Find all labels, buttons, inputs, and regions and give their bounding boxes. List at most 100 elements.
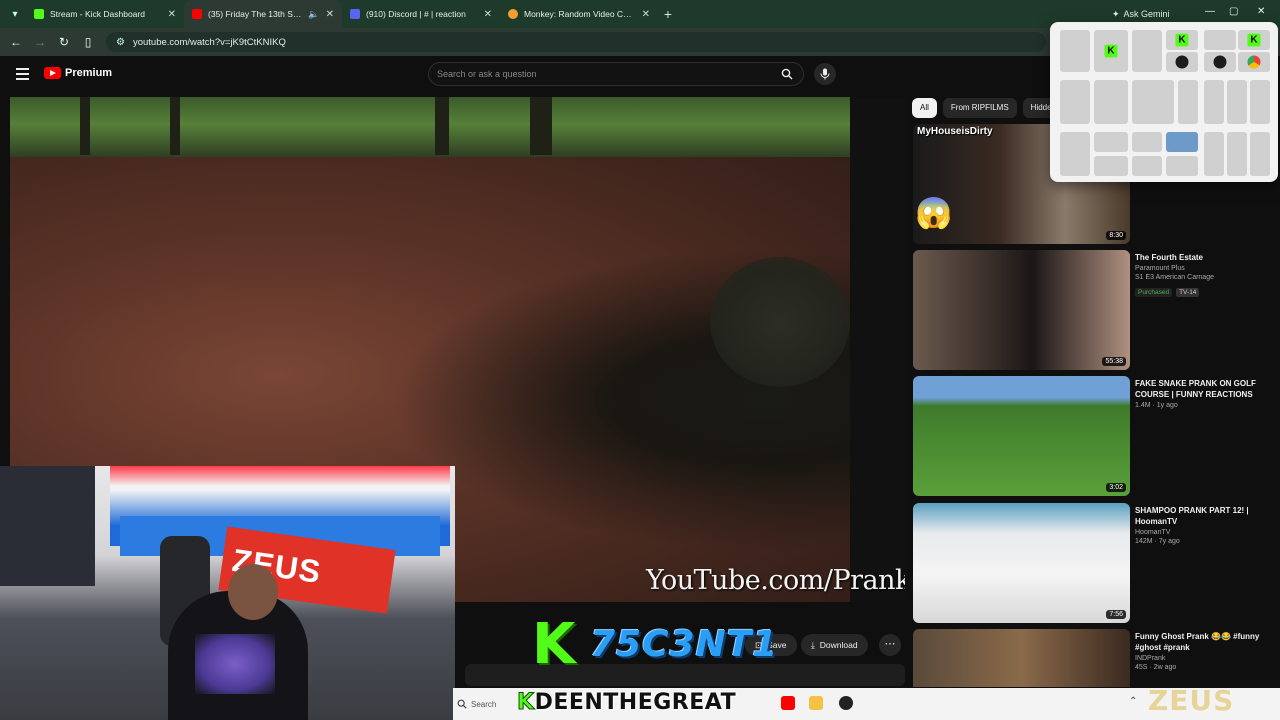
- search-input[interactable]: Search or ask a question: [429, 69, 771, 79]
- site-info-icon[interactable]: ⚙: [116, 37, 125, 48]
- address-bar[interactable]: ⚙ youtube.com/watch?v=jK9tCtKNIKQ: [106, 32, 1046, 52]
- chip-all[interactable]: All: [912, 98, 937, 118]
- snap-zone[interactable]: [1132, 80, 1174, 124]
- video-title[interactable]: FAKE SNAKE PRANK ON GOLF COURSE | FUNNY …: [1135, 378, 1273, 400]
- voice-search-button[interactable]: [814, 63, 836, 85]
- tab-youtube-video[interactable]: (35) Friday The 13th Scare 🔈 ✕: [184, 0, 342, 28]
- close-icon[interactable]: ✕: [484, 9, 492, 20]
- obs-taskbar-icon[interactable]: [839, 696, 853, 710]
- window-close-icon[interactable]: ✕: [1257, 6, 1265, 17]
- search-icon: [457, 699, 467, 709]
- snap-zone[interactable]: [1094, 132, 1128, 152]
- streamer-head: [228, 564, 278, 620]
- snap-zone[interactable]: [1250, 132, 1270, 176]
- gemini-icon: ✦: [1112, 8, 1120, 19]
- reload-icon[interactable]: ↻: [52, 35, 76, 49]
- recommended-video[interactable]: 7:56 SHAMPOO PRANK PART 12! | HoomanTV H…: [913, 503, 1273, 623]
- snap-zone[interactable]: [1132, 156, 1162, 176]
- channel-name[interactable]: Paramount Plus: [1135, 265, 1273, 272]
- snap-zone[interactable]: [1132, 132, 1162, 152]
- more-actions-icon[interactable]: ⋯: [879, 634, 901, 656]
- snap-zone[interactable]: K: [1166, 30, 1198, 50]
- kick-icon: K: [1175, 33, 1189, 47]
- close-icon[interactable]: ✕: [326, 9, 334, 20]
- description-box[interactable]: [465, 664, 905, 686]
- maximize-icon[interactable]: ▢: [1229, 6, 1238, 17]
- tab-label: (910) Discord | # | reaction: [366, 9, 466, 19]
- streamer-name-k: K: [517, 690, 535, 716]
- video-title[interactable]: The Fourth Estate: [1135, 252, 1273, 263]
- video-thumbnail[interactable]: 7:56: [913, 503, 1130, 623]
- filter-chips: All From RIPFILMS Hidden: [912, 98, 1065, 118]
- menu-icon[interactable]: [16, 68, 29, 80]
- snap-zone[interactable]: [1060, 132, 1090, 176]
- snap-zone[interactable]: [1094, 80, 1128, 124]
- tree-trunk: [530, 97, 552, 155]
- youtube-taskbar-icon[interactable]: [781, 696, 795, 710]
- snap-zone[interactable]: [1204, 30, 1236, 50]
- duration-badge: 55:38: [1102, 357, 1126, 366]
- chip-from-channel[interactable]: From RIPFILMS: [942, 98, 1017, 118]
- video-thumbnail[interactable]: 3:02: [913, 376, 1130, 496]
- snap-zone[interactable]: [1238, 52, 1270, 72]
- tab-kick-dashboard[interactable]: Stream - Kick Dashboard ✕: [26, 0, 184, 28]
- channel-name[interactable]: HoomanTV: [1135, 529, 1273, 536]
- tab-label: Stream - Kick Dashboard: [50, 9, 145, 19]
- channel-name[interactable]: INDPrank: [1135, 655, 1273, 662]
- snap-zone[interactable]: [1204, 132, 1224, 176]
- snap-zone[interactable]: [1250, 80, 1270, 124]
- chevron-up-icon[interactable]: ⌃: [1129, 696, 1137, 707]
- snap-zone[interactable]: [1204, 80, 1224, 124]
- video-stats: S1 E3 American Carnage: [1135, 274, 1214, 281]
- video-thumbnail[interactable]: [913, 629, 1130, 687]
- new-tab-button[interactable]: +: [658, 6, 678, 22]
- url-text: youtube.com/watch?v=jK9tCtKNIKQ: [132, 36, 286, 48]
- video-title[interactable]: Funny Ghost Prank 😂😂 #funny #ghost #pran…: [1135, 631, 1273, 653]
- tree-trunk: [80, 97, 90, 155]
- snap-zone[interactable]: [1132, 30, 1162, 72]
- search-box[interactable]: Search or ask a question: [428, 62, 804, 86]
- snap-zone[interactable]: [1227, 80, 1247, 124]
- snap-zone[interactable]: [1094, 156, 1128, 176]
- snap-zone[interactable]: [1060, 80, 1090, 124]
- webcam-overlay: ZEUS: [0, 466, 455, 720]
- video-meta: Funny Ghost Prank 😂😂 #funny #ghost #pran…: [1135, 631, 1273, 671]
- tab-search-icon[interactable]: ▾: [4, 3, 26, 25]
- youtube-logo[interactable]: Premium: [44, 67, 112, 79]
- corner-brand-watermark: ZEUS: [1148, 684, 1235, 717]
- video-meta: The Fourth Estate Paramount Plus S1 E3 A…: [1135, 252, 1273, 299]
- download-button[interactable]: ⤓ Download: [801, 634, 868, 656]
- video-thumbnail[interactable]: 55:38: [913, 250, 1130, 370]
- speaker-icon[interactable]: 🔈: [308, 9, 319, 20]
- taskbar-search[interactable]: Search: [457, 694, 513, 714]
- snap-zone[interactable]: K: [1238, 30, 1270, 50]
- snap-zone[interactable]: [1178, 80, 1198, 124]
- video-frame-shadow: [710, 257, 850, 387]
- duration-badge: 8:30: [1106, 231, 1126, 240]
- video-title[interactable]: SHAMPOO PRANK PART 12! | HoomanTV: [1135, 505, 1273, 527]
- recommended-video[interactable]: 55:38 The Fourth Estate Paramount Plus S…: [913, 250, 1273, 370]
- back-arrow-icon[interactable]: ←: [4, 35, 28, 49]
- monkey-icon: [508, 9, 518, 19]
- snap-zone[interactable]: K: [1094, 30, 1128, 72]
- snap-zone-highlighted[interactable]: [1166, 132, 1198, 152]
- search-button[interactable]: [771, 63, 803, 85]
- snap-zone[interactable]: [1227, 132, 1247, 176]
- snap-zone[interactable]: [1166, 156, 1198, 176]
- recommended-video[interactable]: Funny Ghost Prank 😂😂 #funny #ghost #pran…: [913, 629, 1273, 687]
- snap-zone[interactable]: [1166, 52, 1198, 72]
- close-icon[interactable]: ✕: [642, 9, 650, 20]
- sidebar-toggle-icon[interactable]: ▯: [76, 35, 100, 49]
- forward-arrow-icon[interactable]: →: [28, 35, 52, 49]
- youtube-brand-label: Premium: [65, 67, 113, 79]
- snap-zone[interactable]: [1204, 52, 1236, 72]
- close-icon[interactable]: ✕: [168, 9, 176, 20]
- tab-label: (35) Friday The 13th Scare: [208, 9, 305, 19]
- tab-discord[interactable]: (910) Discord | # | reaction ✕: [342, 0, 500, 28]
- file-explorer-icon[interactable]: [809, 696, 823, 710]
- ask-gemini-button[interactable]: ✦ Ask Gemini: [1104, 5, 1178, 23]
- recommended-video[interactable]: 3:02 FAKE SNAKE PRANK ON GOLF COURSE | F…: [913, 376, 1273, 496]
- snap-zone[interactable]: [1060, 30, 1090, 72]
- tab-monkey[interactable]: Monkey: Random Video Chat | ✕: [500, 0, 658, 28]
- minimize-icon[interactable]: —: [1205, 6, 1215, 17]
